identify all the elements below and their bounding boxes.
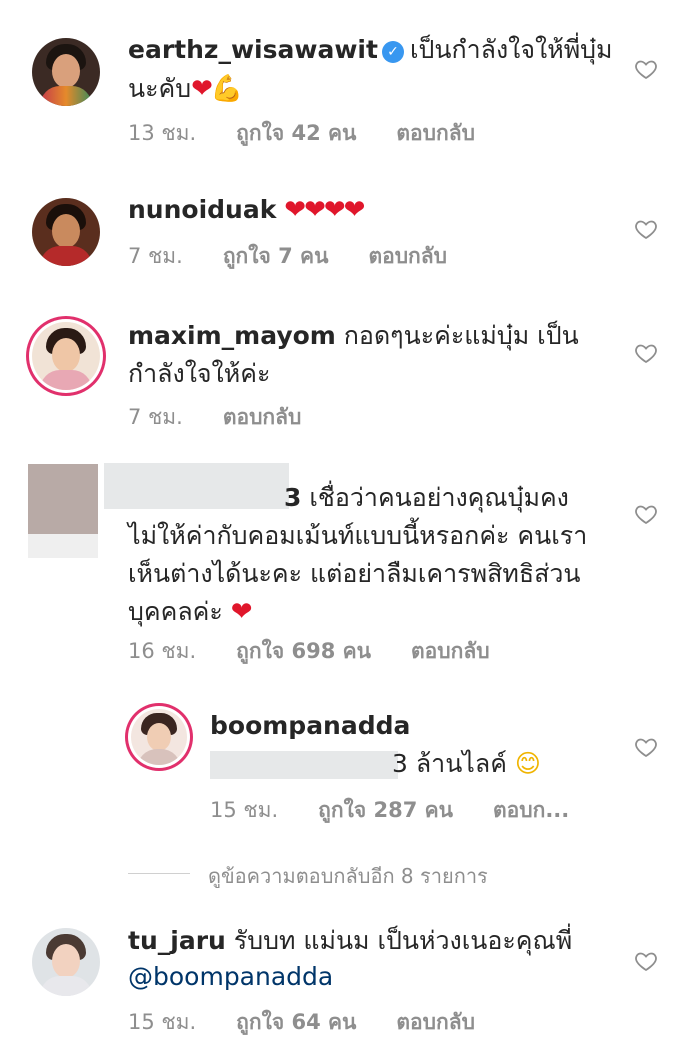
comment-time: 15 ชม. [128,1010,197,1034]
reply-button[interactable]: ตอบกลับ [396,1010,475,1034]
username[interactable]: tu_jaru [128,926,226,955]
avatar[interactable] [32,322,100,390]
heart-outline-icon[interactable] [634,341,658,365]
reply-button[interactable]: ตอบกลับ [223,405,302,429]
heart-outline-icon[interactable] [634,949,658,973]
avatar[interactable] [131,709,187,765]
emoji: ❤💪 [191,74,243,104]
likes-count[interactable]: ถูกใจ 64 คน [236,1010,356,1034]
heart-outline-icon[interactable] [634,502,658,526]
comment-text: เห็นต่างได้นะคะ แต่อย่าลืมเคารพสิทธิส่วน [128,559,581,588]
reply-button[interactable]: ตอบก... [493,798,569,822]
redacted-avatar [28,464,98,534]
comment-text: เชื่อว่าคนอย่างคุณบุ๋มคง [309,483,569,512]
comment-text: นะคับ [128,74,192,103]
heart-outline-icon[interactable] [634,217,658,241]
redacted-text [210,751,398,779]
likes-count[interactable]: ถูกใจ 698 คน [236,639,371,663]
comment-time: 13 ชม. [128,121,197,145]
comment-text: รับบท แม่นม เป็นห่วงเนอะคุณพี่ [233,926,573,955]
comment-time: 7 ชม. [128,405,183,429]
comment-text: ไม่ให้ค่ากับคอมเม้นท์แบบนี้หรอกค่ะ คนเรา [128,521,588,550]
username[interactable]: maxim_mayom [128,321,336,350]
username[interactable]: boompanadda [210,711,410,740]
username[interactable]: 3 [284,483,301,512]
view-replies-line [128,873,190,874]
mention-link[interactable]: @boompanadda [128,962,333,991]
comment-time: 16 ชม. [128,639,197,663]
likes-count[interactable]: ถูกใจ 7 คน [223,244,329,268]
emoji: ❤ [230,597,253,627]
reply-button[interactable]: ตอบกลับ [411,639,490,663]
username[interactable]: earthz_wisawawit [128,35,378,64]
redacted-username [104,463,289,509]
comment-text: เป็นกำลังใจให้พี่บุ๋ม [409,35,613,64]
likes-count[interactable]: ถูกใจ 42 คน [236,121,356,145]
reply-button[interactable]: ตอบกลับ [368,244,447,268]
comment-text: 3 ล้านไลค์ [392,749,507,778]
view-replies-button[interactable]: ดูข้อความตอบกลับอีก 8 รายการ [208,860,488,892]
avatar[interactable] [32,198,100,266]
comment-time: 15 ชม. [210,798,279,822]
reply-button[interactable]: ตอบกลับ [396,121,475,145]
comment-text: กำลังใจให้ค่ะ [128,359,271,388]
likes-count[interactable]: ถูกใจ 287 คน [318,798,453,822]
emoji: ❤❤❤❤ [284,195,365,225]
avatar[interactable] [32,38,100,106]
comment-text: บุคคลค่ะ [128,597,223,626]
avatar[interactable] [32,928,100,996]
heart-outline-icon[interactable] [634,57,658,81]
heart-outline-icon[interactable] [634,735,658,759]
emoji: 😊 [514,749,541,778]
redacted-avatar-lower [28,534,98,558]
comment-time: 7 ชม. [128,244,183,268]
username[interactable]: nunoiduak [128,195,276,224]
comment-text: กอดๆนะค่ะแม่บุ๋ม เป็น [343,321,579,350]
verified-badge-icon: ✓ [381,41,404,63]
